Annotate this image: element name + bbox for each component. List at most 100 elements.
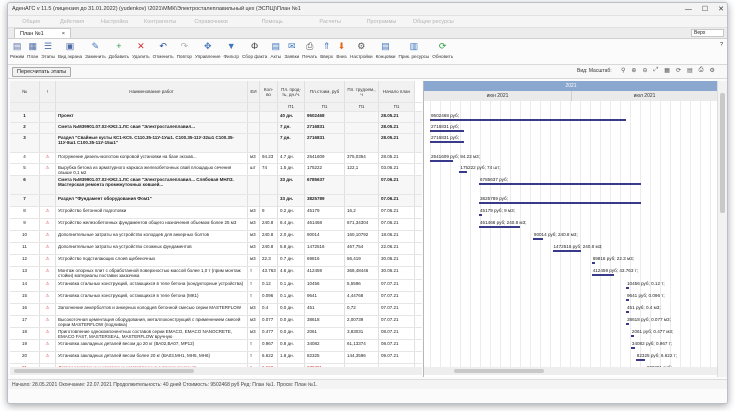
vertical-scroll-thumb[interactable] bbox=[720, 93, 725, 213]
toolbar-button[interactable]: ✥ Управление bbox=[195, 41, 221, 59]
table-row[interactable]: 5 ⚠ Вырубка бетона из арматурного каркаса … bbox=[10, 164, 422, 176]
toolbar-button[interactable]: ↶ Отменить bbox=[153, 41, 174, 59]
minimize-icon[interactable]: — bbox=[685, 3, 692, 16]
toolbar-button[interactable]: ✎ Заменить bbox=[85, 41, 106, 59]
gantt-bar[interactable] bbox=[479, 183, 641, 185]
column-header-num[interactable]: № bbox=[10, 81, 40, 102]
menu-item[interactable]: Справочники bbox=[194, 16, 227, 28]
tab-plan-1[interactable]: План №1 × bbox=[14, 28, 71, 38]
toolbar-button[interactable]: ▦ План bbox=[27, 41, 38, 59]
gantt-scroll-thumb[interactable] bbox=[454, 369, 544, 373]
gantt-bar[interactable] bbox=[430, 141, 465, 143]
toolbar-button[interactable]: ▤ Акты bbox=[270, 41, 282, 59]
recalc-stages-button[interactable]: Пересчитать этапы bbox=[12, 66, 72, 77]
toolbar-button[interactable]: ▥ Прик. ресурсы bbox=[398, 41, 429, 59]
gantt-bar[interactable] bbox=[630, 335, 634, 337]
gantt-bar[interactable] bbox=[479, 202, 641, 204]
table-scroll-thumb[interactable] bbox=[14, 369, 194, 373]
menu-item[interactable]: Общие bbox=[22, 16, 40, 28]
table-row[interactable]: 8 ⚠ Устройство бетонной подготовки м3 9 0.2 д… bbox=[10, 207, 422, 219]
table-row[interactable]: 3 Раздел "Свайные кусты КС1-КС5. С110.35-… bbox=[10, 134, 422, 153]
table-row[interactable]: 4 ⚠ Погружение дизель-молотом копровой уст… bbox=[10, 153, 422, 164]
gantt-bar[interactable] bbox=[532, 238, 543, 240]
gantt-bar[interactable] bbox=[591, 262, 596, 264]
toolbar-button[interactable]: ▤ Концовки bbox=[376, 41, 396, 59]
menu-item[interactable]: Расчеты bbox=[319, 16, 340, 28]
link-icon[interactable]: ⚲ bbox=[621, 67, 625, 74]
zoom-in-icon[interactable]: ⊕ bbox=[631, 67, 636, 74]
toolbar-button[interactable]: ✉ Заявки bbox=[284, 41, 299, 59]
gantt-bar[interactable] bbox=[591, 274, 615, 276]
table-row[interactable]: 15 ⚠ Установка стальных конструкций, остаю… bbox=[10, 292, 422, 304]
column-header-name[interactable]: Наименование работ bbox=[56, 81, 248, 102]
menu-item[interactable]: Контрагенты bbox=[144, 16, 176, 28]
toolbar-button[interactable]: ☰ Этапы bbox=[41, 41, 55, 59]
gantt-bar[interactable] bbox=[552, 250, 581, 252]
gantt-bar[interactable] bbox=[479, 214, 482, 216]
refresh-icon[interactable]: ⟳ bbox=[676, 67, 681, 74]
table-row[interactable]: 1 Проект 40 дн. 9502468 28.05.21 bbox=[10, 112, 422, 123]
column-header-unit[interactable]: ЕИ bbox=[248, 81, 260, 102]
table-row[interactable]: 6 Смета №М39901.07.02-КЖ2.1.ЛС свая "Элек… bbox=[10, 176, 422, 195]
table-row[interactable]: 7 Раздел "Фундамент оборудования Фом1" 33 … bbox=[10, 195, 422, 207]
menu-item[interactable]: Действия bbox=[60, 16, 84, 28]
zoom-out-icon[interactable]: ⊖ bbox=[642, 67, 647, 74]
grid-icon[interactable]: ▤ bbox=[687, 67, 693, 74]
menu-item[interactable]: Программы bbox=[367, 16, 397, 28]
gantt-bar[interactable] bbox=[430, 119, 626, 121]
table-row[interactable]: 17 ⚠ Высокоточная цементация оборудования,… bbox=[10, 316, 422, 328]
toolbar-button[interactable]: ⟳ Обновить bbox=[432, 41, 453, 59]
fit-icon[interactable]: ⤢ bbox=[653, 67, 658, 74]
table-row[interactable]: 12 ⚠ Устройство подстилающих слоев щебеноч… bbox=[10, 255, 422, 267]
column-header-cost[interactable]: Пл.стоим, руб bbox=[305, 81, 345, 102]
table-row[interactable]: 19 ⚠ Установка закладных деталей весом до … bbox=[10, 340, 422, 352]
table-row[interactable]: 16 ⚠ Заполнение анкерболтов и анкерных кол… bbox=[10, 304, 422, 316]
toolbar-button[interactable]: ↷ Повтор bbox=[177, 41, 192, 59]
toolbar-button[interactable]: ⬇ Вниз bbox=[336, 41, 347, 59]
menu-item[interactable]: Помощь bbox=[262, 16, 283, 28]
table-row[interactable]: 9 ⚠ Устройство железобетонных фундаментов … bbox=[10, 219, 422, 231]
table-horizontal-scrollbar[interactable] bbox=[10, 367, 422, 375]
view-select[interactable]: Верх bbox=[691, 29, 724, 37]
toolbar-button[interactable]: ⚙ Настройки bbox=[350, 41, 373, 59]
menu-item[interactable]: Общие ресурсы bbox=[413, 16, 454, 28]
table-row[interactable]: 18 ⚠ Приготовление однокомпонентных состав… bbox=[10, 328, 422, 340]
column-header-labor[interactable]: Пл. трудоем., ч bbox=[345, 81, 379, 102]
column-header-flag[interactable]: ! bbox=[40, 81, 56, 102]
gantt-bar[interactable] bbox=[430, 130, 465, 132]
gantt-bar[interactable] bbox=[479, 226, 521, 228]
gantt-bar[interactable] bbox=[626, 323, 629, 325]
column-header-dur[interactable]: Пл. прод-ть, дн./ч. bbox=[278, 81, 305, 102]
gantt-horizontal-scrollbar[interactable] bbox=[424, 367, 717, 375]
settings-icon[interactable]: ⚙ bbox=[709, 67, 714, 74]
toolbar-button[interactable]: + Добавить bbox=[109, 41, 129, 59]
toolbar-button[interactable]: ⇑ Вверх bbox=[320, 41, 333, 59]
column-header-qty[interactable]: Кол-во bbox=[260, 81, 278, 102]
gantt-bar[interactable] bbox=[626, 311, 629, 313]
column-header-start[interactable]: Начало план bbox=[379, 81, 415, 102]
toolbar-button[interactable]: ⎙ Печать bbox=[302, 41, 317, 59]
gantt-bar[interactable] bbox=[630, 347, 635, 349]
gantt-bar[interactable] bbox=[459, 171, 467, 173]
toolbar-button[interactable]: ▤ Режим bbox=[10, 41, 24, 59]
vertical-scrollbar[interactable] bbox=[717, 81, 727, 377]
table-row[interactable]: 20 ⚠ Установка закладных деталей весом бол… bbox=[10, 352, 422, 364]
toolbar-button[interactable]: ▼ Фильтр bbox=[224, 41, 239, 59]
gantt-bar[interactable] bbox=[430, 160, 454, 162]
table-row[interactable]: 2 Смета №М39901.07.02-КЖ2.1.ЛС свая "Элек… bbox=[10, 123, 422, 134]
close-icon[interactable]: ✕ bbox=[718, 3, 724, 16]
table-row[interactable]: 14 ⚠ Установка стальных конструкций, остаю… bbox=[10, 280, 422, 292]
gantt-bar[interactable] bbox=[635, 359, 645, 361]
print-icon[interactable]: ⎙ bbox=[699, 67, 704, 74]
table-row[interactable]: 11 ⚠ Дополнительные затраты на устройство … bbox=[10, 243, 422, 255]
menu-item[interactable]: Настройка bbox=[101, 16, 128, 28]
table-row[interactable]: 10 ⚠ Дополнительные затраты на устройство … bbox=[10, 231, 422, 243]
calendar-icon[interactable]: ▦ bbox=[664, 67, 670, 74]
maximize-icon[interactable]: ☐ bbox=[702, 3, 708, 16]
gantt-bar[interactable] bbox=[626, 287, 629, 289]
toolbar-button[interactable]: ✕ Удалить bbox=[132, 41, 150, 59]
gantt-bar[interactable] bbox=[626, 299, 629, 301]
table-row[interactable]: 13 ⚠ Монтаж опорных плит с обработанной по… bbox=[10, 267, 422, 280]
toolbar-button[interactable]: Φ Сбор факта bbox=[242, 41, 267, 59]
help-icon[interactable]: ? bbox=[720, 42, 723, 48]
